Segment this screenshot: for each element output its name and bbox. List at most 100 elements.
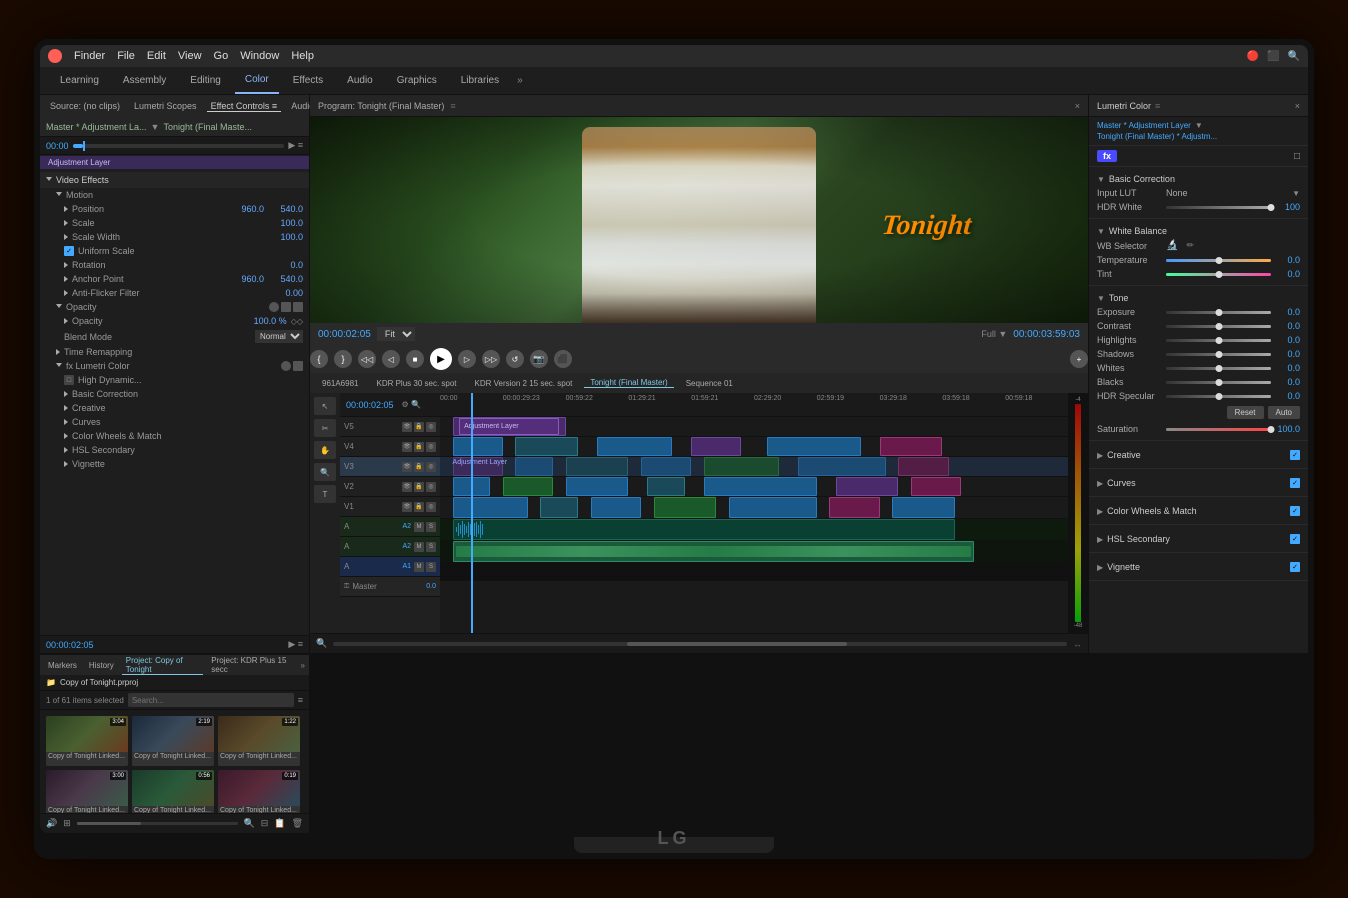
menu-edit[interactable]: Edit <box>147 50 166 62</box>
tool-zoom[interactable]: 🔍 <box>314 463 336 481</box>
tl-tab-kdr30[interactable]: KDR Plus 30 sec. spot <box>370 379 462 388</box>
highlights-slider[interactable] <box>1166 339 1271 342</box>
vignette-row[interactable]: Vignette <box>40 457 309 471</box>
a2b-m[interactable]: M <box>414 542 424 552</box>
wb-edit-icon[interactable]: ✏ <box>1186 240 1194 251</box>
v4-clip-4[interactable] <box>691 437 741 456</box>
proj-thumb-5[interactable]: 0:56 Copy of Tonight Linked... <box>132 770 214 813</box>
blacks-value[interactable]: 0.0 <box>1275 377 1300 387</box>
pm-close-btn[interactable]: × <box>1075 101 1080 111</box>
color-wheels-row[interactable]: Color Wheels & Match <box>40 429 309 443</box>
proj-icon-5[interactable]: 📋 <box>274 818 285 829</box>
tab-effects[interactable]: Effects <box>283 67 333 94</box>
menu-go[interactable]: Go <box>214 50 229 62</box>
scale-width-value[interactable]: 100.0 <box>268 232 303 242</box>
v5-eye[interactable]: 👁 <box>402 422 412 432</box>
scale-value[interactable]: 100.0 <box>268 218 303 228</box>
v1-clip-6[interactable] <box>829 497 879 518</box>
tab-graphics[interactable]: Graphics <box>387 67 447 94</box>
temp-slider[interactable] <box>1166 259 1271 262</box>
motion-row[interactable]: Motion <box>40 188 309 202</box>
v4-target[interactable]: ◎ <box>426 442 436 452</box>
opacity-value[interactable]: 100.0 % <box>252 316 287 326</box>
v2-clip-2[interactable] <box>503 477 553 496</box>
v4-clip-1[interactable] <box>453 437 503 456</box>
v3-clip-5[interactable] <box>704 457 779 476</box>
tab-lumetri-scopes[interactable]: Lumetri Scopes <box>130 101 201 111</box>
creative-row[interactable]: Creative <box>40 401 309 415</box>
v2-clip-5[interactable] <box>704 477 817 496</box>
v3-lock[interactable]: 🔒 <box>414 462 424 472</box>
full-dropdown[interactable]: Full ▼ <box>981 329 1007 339</box>
menu-finder[interactable]: Finder <box>74 50 105 62</box>
shadows-value[interactable]: 0.0 <box>1275 349 1300 359</box>
a1-audio-main[interactable] <box>453 541 974 562</box>
v1-clip-7[interactable] <box>892 497 955 518</box>
tl-tab-kdr15[interactable]: KDR Version 2 15 sec. spot <box>469 379 579 388</box>
proj-thumb-6[interactable]: 0:19 Copy of Tonight Linked... <box>218 770 300 813</box>
hdr-spec-slider[interactable] <box>1166 395 1271 398</box>
v1-clip-3[interactable] <box>591 497 641 518</box>
exposure-slider[interactable] <box>1166 311 1271 314</box>
curves-checkbox[interactable]: ✓ <box>1290 478 1300 488</box>
a1-s[interactable]: S <box>426 562 436 572</box>
uniform-scale-checkbox[interactable]: ✓ <box>64 246 74 256</box>
proj-icon-3[interactable]: 🔍 <box>244 818 255 829</box>
btn-step-fwd[interactable]: ▷ <box>458 350 476 368</box>
cw-header[interactable]: ▶ Color Wheels & Match <box>1097 503 1197 518</box>
tl-tab-961[interactable]: 961A6981 <box>316 379 364 388</box>
creative-header[interactable]: ▶ Creative <box>1097 447 1141 462</box>
v3-clip-2[interactable] <box>515 457 553 476</box>
proj-icon-4[interactable]: ⊟ <box>261 818 269 829</box>
menu-view[interactable]: View <box>178 50 202 62</box>
tool-text[interactable]: T <box>314 485 336 503</box>
preview-timecode-start[interactable]: 00:00:02:05 <box>318 329 371 340</box>
tool-hand[interactable]: ✋ <box>314 441 336 459</box>
v5-clip-1[interactable]: Adjustment Layer <box>453 417 566 436</box>
fx-button[interactable]: fx <box>1097 150 1117 162</box>
v1-clip-1[interactable] <box>453 497 528 518</box>
v3-eye[interactable]: 👁 <box>402 462 412 472</box>
anchor-y[interactable]: 540.0 <box>268 274 303 284</box>
timecode-controls[interactable]: ▶ ≡ <box>288 639 303 650</box>
btn-camera[interactable]: 📷 <box>530 350 548 368</box>
tab-history[interactable]: History <box>85 661 118 670</box>
lut-dropdown[interactable]: ▼ <box>1292 189 1300 198</box>
v1-clip-5[interactable] <box>729 497 817 518</box>
a2-audio-clip[interactable] <box>453 519 955 540</box>
anti-flicker-value[interactable]: 0.00 <box>268 288 303 298</box>
master-selector[interactable]: Master * Adjustment Layer <box>1097 121 1191 130</box>
proj-thumb-3[interactable]: 1:22 Copy of Tonight Linked... <box>218 716 300 766</box>
project-search-input[interactable] <box>128 693 294 707</box>
lumetri-menu[interactable]: ≡ <box>1155 101 1160 111</box>
whites-slider[interactable] <box>1166 367 1271 370</box>
opacity-section[interactable]: Opacity <box>40 300 309 314</box>
v4-clip-6[interactable] <box>880 437 943 456</box>
tab-source[interactable]: Source: (no clips) <box>46 101 124 111</box>
master-dropdown[interactable]: ▼ <box>1195 121 1203 130</box>
highlights-value[interactable]: 0.0 <box>1275 335 1300 345</box>
hdr-white-slider[interactable] <box>1166 206 1271 209</box>
master-level[interactable]: 0.0 <box>426 583 436 590</box>
btn-add[interactable]: + <box>1070 350 1088 368</box>
vignette-header[interactable]: ▶ Vignette <box>1097 559 1140 574</box>
creative-checkbox[interactable]: ✓ <box>1290 450 1300 460</box>
v2-clip-4[interactable] <box>647 477 685 496</box>
tool-select[interactable]: ↖ <box>314 397 336 415</box>
position-y[interactable]: 540.0 <box>268 204 303 214</box>
v4-eye[interactable]: 👁 <box>402 442 412 452</box>
tint-slider[interactable] <box>1166 273 1271 276</box>
v1-lock[interactable]: 🔒 <box>414 502 424 512</box>
position-x[interactable]: 960.0 <box>229 204 264 214</box>
temp-value[interactable]: 0.0 <box>1275 255 1300 265</box>
v4-clip-3[interactable] <box>597 437 672 456</box>
v5-target[interactable]: ◎ <box>426 422 436 432</box>
tab-editing[interactable]: Editing <box>180 67 231 94</box>
hsl-checkbox[interactable]: ✓ <box>1290 534 1300 544</box>
btn-stop[interactable]: ■ <box>406 350 424 368</box>
tone-header[interactable]: ▼ Tone <box>1097 290 1300 305</box>
tl-nav-icon[interactable]: ↔ <box>1073 639 1082 649</box>
proj-thumb-4[interactable]: 3:00 Copy of Tonight Linked... <box>46 770 128 813</box>
tl-zoom-icon[interactable]: 🔍 <box>316 638 327 649</box>
v1-clip-2[interactable] <box>540 497 578 518</box>
